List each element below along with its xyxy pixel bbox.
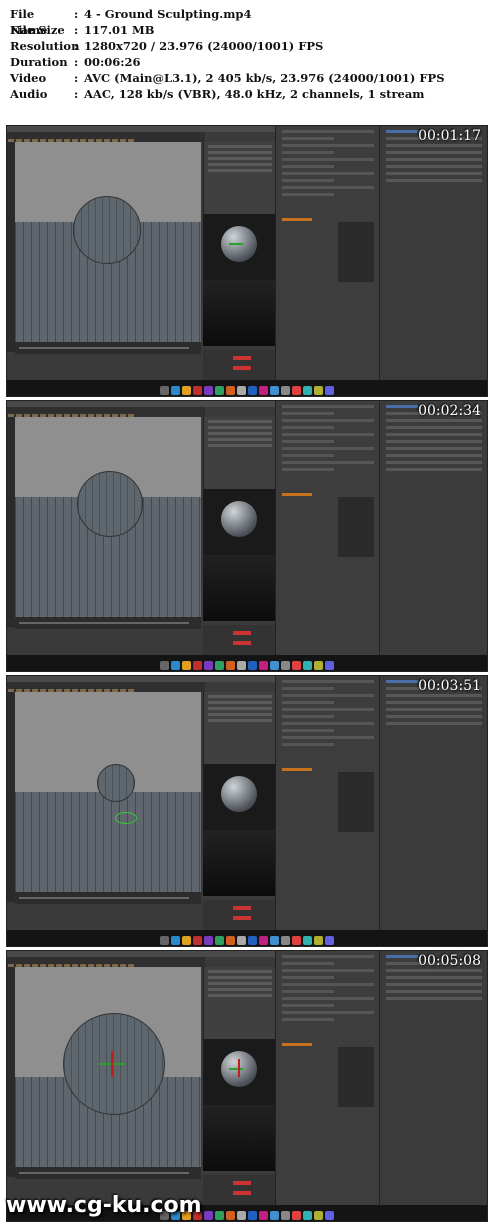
tool-palette [7, 417, 15, 627]
info-label: Video [10, 71, 47, 85]
info-value: AVC (Main@L3.1), 2 405 kb/s, 23.976 (240… [84, 71, 445, 85]
coordinates-panel [203, 350, 275, 380]
move-gizmo-y [111, 1051, 113, 1077]
app-toolbar [7, 132, 205, 145]
info-separator: : [74, 39, 79, 53]
coordinates-panel [203, 625, 275, 655]
timeline-bar [15, 892, 201, 904]
info-label: File Name [10, 7, 48, 37]
3d-viewport [15, 417, 201, 617]
info-value: 117.01 MB [84, 23, 155, 37]
app-toolbar [7, 407, 205, 420]
info-row-duration: Duration : 00:06:26 [10, 54, 480, 70]
info-row-file-size: File Size : 117.01 MB [10, 22, 480, 38]
watermark-text: www.cg-ku.com [6, 1193, 202, 1218]
info-separator: : [74, 71, 79, 85]
video-frame-thumbnail: 00:03:51 [6, 675, 488, 947]
taskbar [7, 655, 487, 671]
video-frame-thumbnail: 00:02:34 [6, 400, 488, 672]
layer-panel [379, 951, 487, 1205]
3d-viewport [15, 692, 201, 892]
app-toolbar [7, 682, 205, 695]
timeline-bar [15, 342, 201, 354]
coordinates-panel [203, 1175, 275, 1205]
render-preview [203, 1039, 275, 1171]
info-separator: : [74, 55, 79, 69]
render-preview [203, 764, 275, 896]
attribute-manager [275, 401, 380, 655]
tool-palette [7, 142, 15, 352]
info-label: Resolution [10, 39, 80, 53]
info-row-audio: Audio : AAC, 128 kb/s (VBR), 48.0 kHz, 2… [10, 86, 480, 102]
info-label: Duration [10, 55, 68, 69]
sphere-mesh [97, 764, 135, 802]
attribute-manager [275, 676, 380, 930]
object-panel [203, 692, 276, 764]
frame-timestamp: 00:05:08 [418, 953, 481, 969]
media-info-header: File Name : 4 - Ground Sculpting.mp4 Fil… [10, 6, 480, 102]
info-value: AAC, 128 kb/s (VBR), 48.0 kHz, 2 channel… [84, 87, 425, 101]
frame-timestamp: 00:01:17 [418, 128, 481, 144]
render-preview [203, 214, 275, 346]
info-separator: : [74, 7, 79, 21]
ground-mesh [15, 792, 201, 892]
info-separator: : [74, 23, 79, 37]
layer-panel [379, 401, 487, 655]
timeline-bar [15, 617, 201, 629]
object-panel [203, 142, 276, 214]
video-frame-thumbnail: 00:01:17 [6, 125, 488, 397]
info-row-video: Video : AVC (Main@L3.1), 2 405 kb/s, 23.… [10, 70, 480, 86]
coordinates-panel [203, 900, 275, 930]
sphere-mesh [73, 196, 141, 264]
info-label: Audio [10, 87, 48, 101]
frame-timestamp: 00:02:34 [418, 403, 481, 419]
object-panel [203, 417, 276, 489]
object-panel [203, 967, 276, 1039]
layer-panel [379, 126, 487, 380]
info-value: 1280x720 / 23.976 (24000/1001) FPS [84, 39, 324, 53]
frame-timestamp: 00:03:51 [418, 678, 481, 694]
video-frame-thumbnail: 00:05:08 [6, 950, 488, 1222]
taskbar [7, 930, 487, 946]
info-row-resolution: Resolution : 1280x720 / 23.976 (24000/10… [10, 38, 480, 54]
layer-panel [379, 676, 487, 930]
info-value: 4 - Ground Sculpting.mp4 [84, 7, 252, 21]
3d-viewport [15, 967, 201, 1167]
sphere-mesh [77, 471, 143, 537]
tool-palette [7, 967, 15, 1177]
render-preview [203, 489, 275, 621]
attribute-manager [275, 951, 380, 1205]
app-toolbar [7, 957, 205, 970]
info-value: 00:06:26 [84, 55, 141, 69]
info-label: File Size [10, 23, 65, 37]
info-row-file-name: File Name : 4 - Ground Sculpting.mp4 [10, 6, 480, 37]
timeline-bar [15, 1167, 201, 1179]
tool-palette [7, 692, 15, 902]
info-separator: : [74, 87, 79, 101]
attribute-manager [275, 126, 380, 380]
3d-viewport [15, 142, 201, 342]
taskbar [7, 380, 487, 396]
